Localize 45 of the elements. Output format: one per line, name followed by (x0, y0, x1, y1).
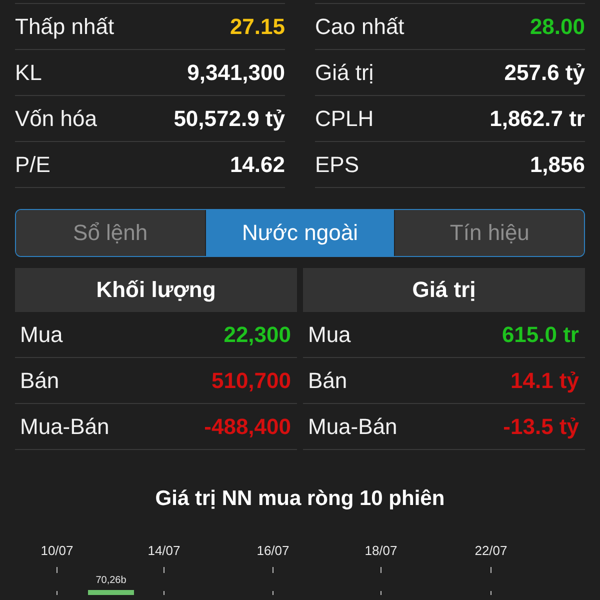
grid-line (490, 566, 492, 595)
stat-label: CPLH (315, 106, 374, 132)
date-label: 14/07 (148, 543, 180, 558)
row-value: -13.5 tỷ (503, 414, 579, 440)
row-value: -488,400 (204, 414, 291, 440)
row-label: Bán (20, 368, 60, 394)
column-header: Giá trị (303, 268, 585, 312)
tab[interactable]: Nước ngoài (206, 210, 396, 256)
stat-label: Thấp nhất (15, 14, 114, 40)
grid-line (380, 566, 382, 595)
row-label: Bán (308, 368, 348, 394)
stat-value: 27.15 (230, 14, 285, 40)
stat-value: 9,341,300 (187, 60, 285, 86)
stat-value: 28.00 (530, 14, 585, 40)
stat-label: Vốn hóa (15, 106, 97, 132)
date-label: 10/07 (40, 543, 74, 558)
row-label: Mua (20, 322, 63, 348)
row-label: Mua-Bán (20, 414, 110, 440)
date-label: 16/07 (256, 543, 290, 558)
stat-label: P/E (15, 152, 50, 178)
chart-title: Giá trị NN mua ròng 10 phiên (154, 487, 446, 511)
date-label: 22/07 (474, 543, 508, 558)
tab[interactable]: Tín hiệu (395, 210, 584, 256)
stat-value: 1,856 (530, 152, 585, 178)
column-header: Khối lượng (15, 268, 297, 312)
stat-label: Cao nhất (315, 14, 404, 40)
row-label: Mua-Bán (308, 414, 398, 440)
row-value: 22,300 (224, 322, 291, 348)
stat-value: 257.6 tỷ (504, 60, 585, 86)
bar-value-label: 70,26b (96, 575, 126, 586)
row-value: 615.0 tr (502, 322, 579, 348)
grid-line (272, 566, 274, 595)
tab[interactable]: Sổ lệnh (16, 210, 206, 256)
grid-line (56, 566, 58, 595)
chart-bar (88, 590, 134, 595)
stat-value: 14.62 (230, 152, 285, 178)
row-value: 510,700 (211, 368, 291, 394)
date-label: 18/07 (364, 543, 398, 558)
row-label: Mua (308, 322, 351, 348)
stat-label: Giá trị (315, 60, 374, 86)
stat-value: 1,862.7 tr (490, 106, 585, 132)
stat-label: EPS (315, 152, 360, 178)
stat-value: 50,572.9 tỷ (174, 106, 285, 132)
row-value: 14.1 tỷ (510, 368, 579, 394)
stat-label: KL (15, 60, 42, 86)
